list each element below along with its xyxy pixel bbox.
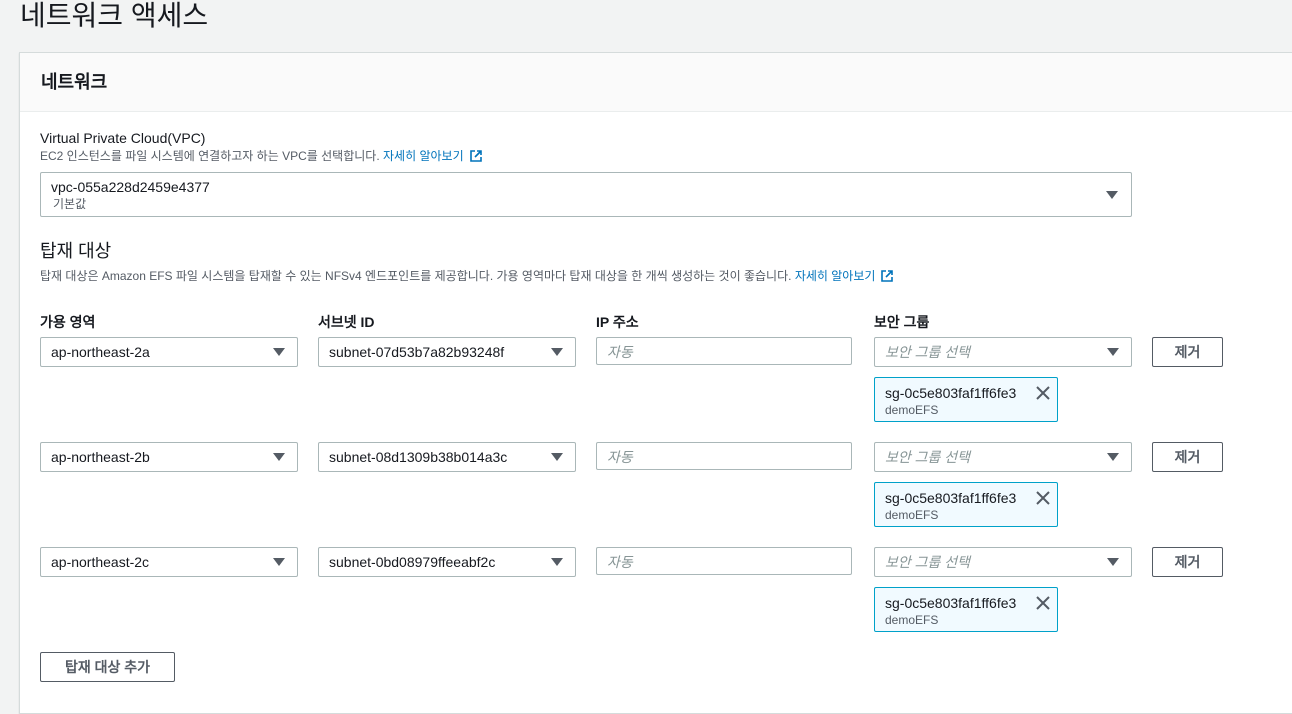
- caret-down-icon: [551, 348, 563, 356]
- security-group-id: sg-0c5e803faf1ff6fe3: [885, 595, 1017, 611]
- security-group-select[interactable]: 보안 그룹 선택: [874, 547, 1132, 577]
- ip-address-placeholder: 자동: [607, 449, 633, 465]
- column-header-az: 가용 영역: [40, 314, 96, 330]
- external-link-icon: [881, 270, 894, 282]
- mount-targets-learn-more-label: 자세히 알아보기: [794, 269, 876, 283]
- security-group-name: demoEFS: [885, 613, 939, 627]
- caret-down-icon: [551, 453, 563, 461]
- ip-address-input[interactable]: 자동: [596, 442, 852, 470]
- ip-address-input[interactable]: 자동: [596, 547, 852, 575]
- close-icon[interactable]: [1035, 490, 1051, 506]
- mount-targets-learn-more-link[interactable]: 자세히 알아보기: [795, 269, 894, 283]
- network-panel: 네트워크 Virtual Private Cloud(VPC) EC2 인스턴스…: [19, 52, 1292, 714]
- az-select[interactable]: ap-northeast-2a: [40, 337, 298, 367]
- caret-down-icon: [1106, 191, 1118, 199]
- ip-address-placeholder: 자동: [607, 344, 633, 360]
- add-mount-target-button[interactable]: 탑재 대상 추가: [40, 652, 175, 682]
- vpc-learn-more-link[interactable]: 자세히 알아보기: [383, 149, 482, 163]
- security-group-token: sg-0c5e803faf1ff6fe3 demoEFS: [874, 482, 1058, 527]
- vpc-select[interactable]: vpc-055a228d2459e4377 기본값: [40, 172, 1132, 217]
- column-header-subnet: 서브넷 ID: [318, 314, 375, 330]
- caret-down-icon: [551, 558, 563, 566]
- subnet-select[interactable]: subnet-07d53b7a82b93248f: [318, 337, 576, 367]
- az-select-value: ap-northeast-2a: [51, 344, 150, 360]
- caret-down-icon: [273, 453, 285, 461]
- external-link-icon: [469, 150, 482, 162]
- vpc-description-text: EC2 인스턴스를 파일 시스템에 연결하고자 하는 VPC를 선택합니다.: [40, 149, 380, 163]
- subnet-select[interactable]: subnet-0bd08979ffeeabf2c: [318, 547, 576, 577]
- az-select-value: ap-northeast-2b: [51, 449, 150, 465]
- subnet-select-value: subnet-08d1309b38b014a3c: [329, 449, 508, 465]
- mount-targets-title: 탑재 대상: [40, 241, 112, 261]
- vpc-description: EC2 인스턴스를 파일 시스템에 연결하고자 하는 VPC를 선택합니다. 자…: [40, 148, 482, 164]
- caret-down-icon: [1107, 558, 1119, 566]
- security-group-placeholder: 보안 그룹 선택: [885, 449, 971, 465]
- column-header-ip: IP 주소: [596, 314, 639, 330]
- vpc-select-sublabel: 기본값: [53, 197, 87, 211]
- vpc-select-value: vpc-055a228d2459e4377: [51, 179, 210, 195]
- security-group-placeholder: 보안 그룹 선택: [885, 554, 971, 570]
- az-select[interactable]: ap-northeast-2b: [40, 442, 298, 472]
- vpc-learn-more-label: 자세히 알아보기: [383, 149, 464, 163]
- security-group-id: sg-0c5e803faf1ff6fe3: [885, 385, 1017, 401]
- caret-down-icon: [273, 558, 285, 566]
- subnet-select-value: subnet-07d53b7a82b93248f: [329, 344, 505, 360]
- az-select[interactable]: ap-northeast-2c: [40, 547, 298, 577]
- caret-down-icon: [1107, 348, 1119, 356]
- column-header-security-group: 보안 그룹: [874, 314, 930, 330]
- az-select-value: ap-northeast-2c: [51, 554, 150, 570]
- page-title: 네트워크 액세스: [20, 0, 209, 31]
- panel-header: 네트워크: [20, 53, 1292, 112]
- subnet-select-value: subnet-0bd08979ffeeabf2c: [329, 554, 496, 570]
- remove-button[interactable]: 제거: [1152, 442, 1223, 472]
- remove-button[interactable]: 제거: [1152, 547, 1223, 577]
- panel-title: 네트워크: [41, 72, 108, 92]
- mount-targets-description-text: 탑재 대상은 Amazon EFS 파일 시스템을 탑재할 수 있는 NFSv4…: [40, 269, 792, 283]
- security-group-name: demoEFS: [885, 508, 939, 522]
- close-icon[interactable]: [1035, 385, 1051, 401]
- remove-button[interactable]: 제거: [1152, 337, 1223, 367]
- ip-address-placeholder: 자동: [607, 554, 633, 570]
- security-group-id: sg-0c5e803faf1ff6fe3: [885, 490, 1017, 506]
- security-group-token: sg-0c5e803faf1ff6fe3 demoEFS: [874, 587, 1058, 632]
- close-icon[interactable]: [1035, 595, 1051, 611]
- caret-down-icon: [273, 348, 285, 356]
- ip-address-input[interactable]: 자동: [596, 337, 852, 365]
- security-group-select[interactable]: 보안 그룹 선택: [874, 442, 1132, 472]
- security-group-select[interactable]: 보안 그룹 선택: [874, 337, 1132, 367]
- mount-targets-description: 탑재 대상은 Amazon EFS 파일 시스템을 탑재할 수 있는 NFSv4…: [40, 268, 894, 284]
- security-group-name: demoEFS: [885, 403, 939, 417]
- security-group-token: sg-0c5e803faf1ff6fe3 demoEFS: [874, 377, 1058, 422]
- security-group-placeholder: 보안 그룹 선택: [885, 344, 971, 360]
- vpc-label: Virtual Private Cloud(VPC): [40, 130, 206, 146]
- caret-down-icon: [1107, 453, 1119, 461]
- subnet-select[interactable]: subnet-08d1309b38b014a3c: [318, 442, 576, 472]
